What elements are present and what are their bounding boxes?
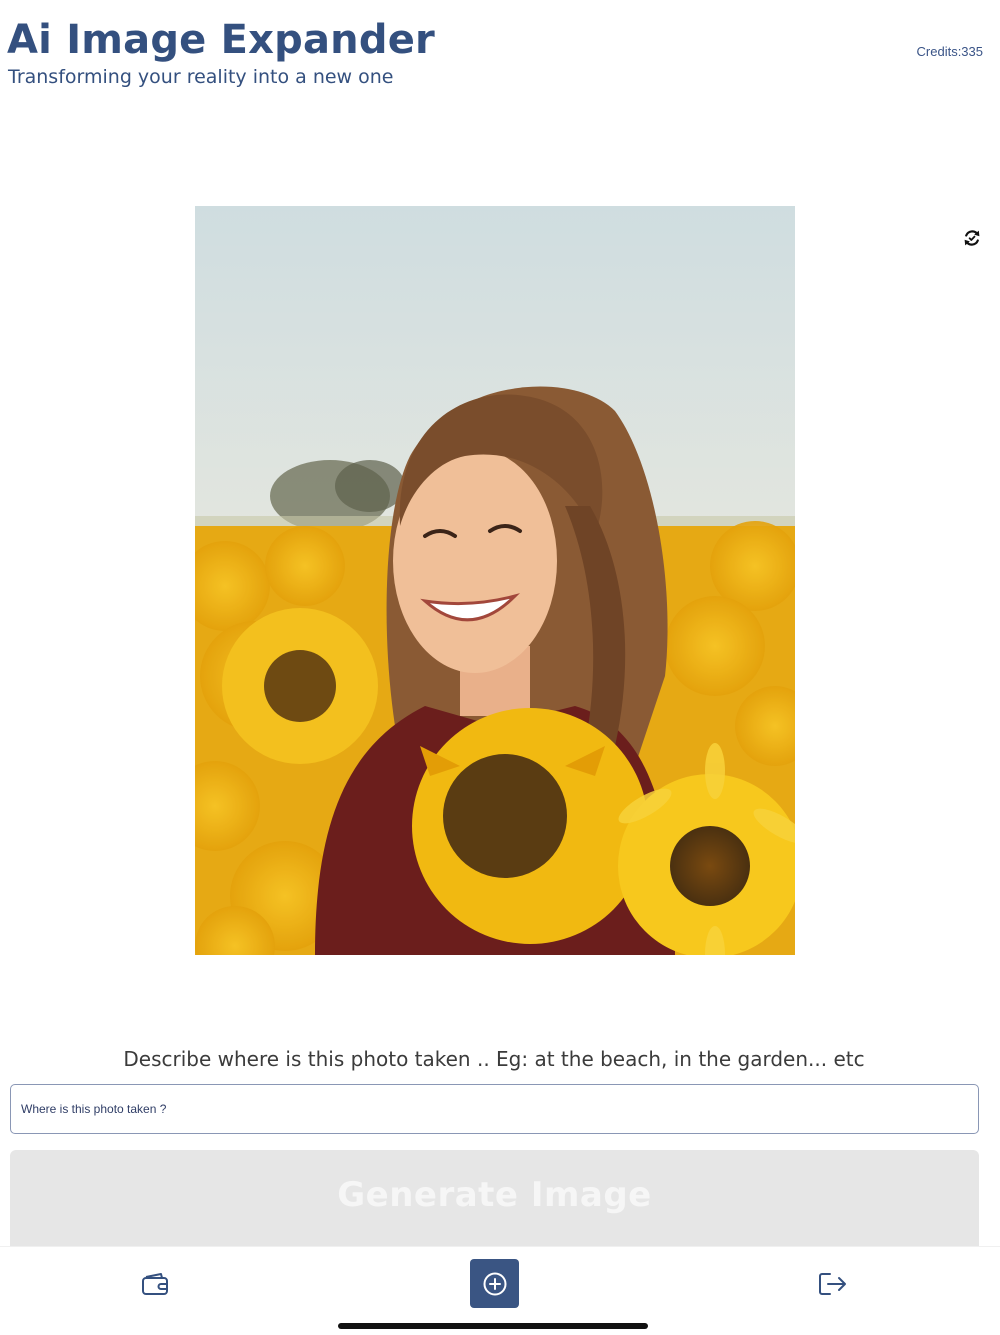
location-input[interactable]	[10, 1084, 979, 1134]
rotate-arrows-icon	[964, 230, 980, 246]
generate-image-button[interactable]: Generate Image	[10, 1150, 979, 1246]
app-title: Ai Image Expander	[7, 17, 435, 63]
tab-add-image[interactable]	[470, 1259, 519, 1308]
app-subtitle: Transforming your reality into a new one	[8, 66, 394, 88]
bottom-tab-bar	[0, 1246, 1000, 1335]
rotate-button[interactable]	[958, 224, 986, 252]
photo-illustration	[195, 206, 795, 955]
tab-logout[interactable]	[816, 1269, 850, 1299]
uploaded-photo[interactable]	[195, 206, 795, 955]
tab-wallet[interactable]	[138, 1269, 172, 1299]
prompt-instructions: Describe where is this photo taken .. Eg…	[123, 1047, 865, 1071]
logout-icon	[819, 1273, 846, 1295]
credits-counter: Credits:335	[916, 44, 983, 59]
add-circle-icon	[483, 1272, 506, 1295]
wallet-icon	[142, 1273, 168, 1295]
home-indicator	[338, 1323, 648, 1329]
app-header: Ai Image Expander Transforming your real…	[0, 0, 1000, 110]
